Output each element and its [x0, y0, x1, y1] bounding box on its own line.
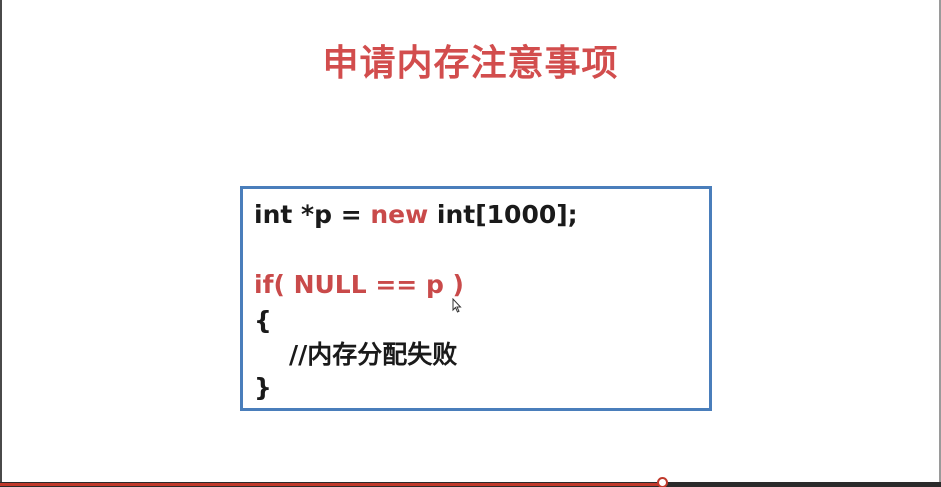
video-progress-handle[interactable] [657, 477, 668, 487]
code-line-5-close-brace: } [254, 373, 272, 402]
mouse-cursor-icon [452, 298, 462, 313]
code-text: int[1000]; [428, 200, 578, 229]
code-line-3-open-brace: { [254, 306, 272, 335]
code-line-4-comment: //内存分配失败 [289, 340, 458, 369]
slide-title: 申请内存注意事项 [322, 43, 619, 84]
code-keyword-new: new [370, 200, 429, 229]
code-line-2-if: if( NULL == p ) [254, 270, 464, 299]
video-frame: 申请内存注意事项 int *p = new int[1000]; if( NUL… [0, 0, 941, 487]
code-text: int *p = [254, 200, 371, 229]
code-box: int *p = new int[1000]; if( NULL == p ) … [240, 186, 712, 411]
video-progress-fill [0, 483, 662, 486]
code-line-1: int *p = new int[1000]; [254, 199, 578, 231]
